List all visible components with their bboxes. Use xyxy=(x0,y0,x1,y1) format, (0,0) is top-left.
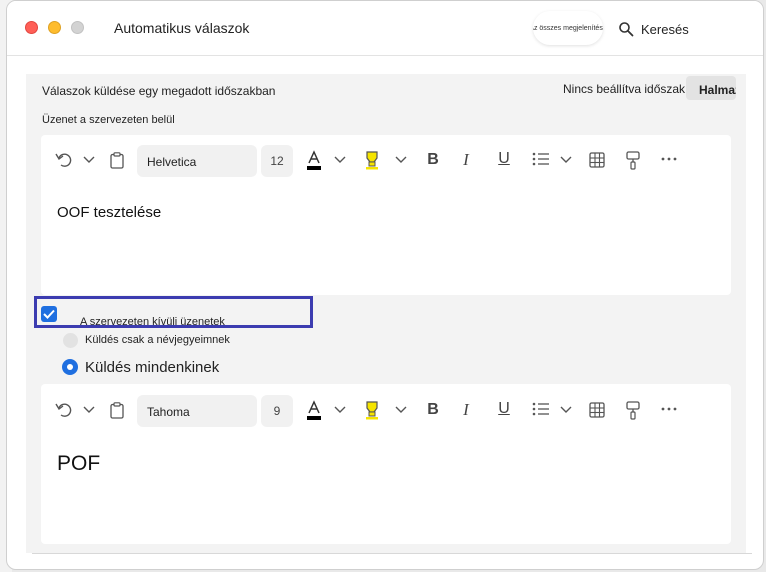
title-bar: Automatikus válaszok Az összes megjelení… xyxy=(7,1,763,56)
table-icon[interactable] xyxy=(589,152,605,168)
search-icon[interactable] xyxy=(618,21,634,37)
highlight-annotation-frame xyxy=(34,296,313,328)
format-painter-icon[interactable] xyxy=(626,151,640,170)
internal-section-label: Üzenet a szervezeten belül xyxy=(42,114,175,126)
chevron-down-icon[interactable] xyxy=(83,156,95,164)
bold-icon[interactable]: B xyxy=(424,150,442,170)
set-schedule-button[interactable]: Halmaz: xyxy=(686,76,736,100)
italic-icon[interactable]: I xyxy=(457,150,475,170)
underline-icon[interactable]: U xyxy=(495,149,513,169)
font-size-select[interactable]: 12 xyxy=(261,145,293,177)
highlight-icon[interactable] xyxy=(364,150,380,170)
chevron-down-icon[interactable] xyxy=(83,406,95,414)
clipboard-icon[interactable] xyxy=(110,152,124,169)
italic-icon[interactable]: I xyxy=(457,400,475,420)
radio-selected-dot xyxy=(67,364,73,370)
chevron-down-icon[interactable] xyxy=(334,406,346,414)
send-everyone-radio[interactable] xyxy=(62,359,78,375)
external-message-text[interactable]: POF xyxy=(57,452,100,476)
chevron-down-icon[interactable] xyxy=(395,156,407,164)
internal-message-text[interactable]: OOF tesztelése xyxy=(57,204,161,221)
undo-icon[interactable] xyxy=(55,151,73,169)
chevron-down-icon[interactable] xyxy=(560,406,572,414)
send-contacts-radio[interactable] xyxy=(63,333,78,348)
chevron-down-icon[interactable] xyxy=(560,156,572,164)
bullet-list-icon[interactable] xyxy=(532,402,550,416)
font-size-select[interactable]: 9 xyxy=(261,395,293,427)
chevron-down-icon[interactable] xyxy=(395,406,407,414)
search-label[interactable]: Keresés xyxy=(641,22,689,37)
internal-message-editor[interactable]: Helvetica 12 B I U OOF tesztelése xyxy=(41,135,731,295)
undo-icon[interactable] xyxy=(55,401,73,419)
auto-reply-window: Automatikus válaszok Az összes megjelení… xyxy=(6,0,764,570)
send-contacts-label[interactable]: Küldés csak a névjegyeimnek xyxy=(85,334,230,346)
checkmark-icon xyxy=(43,309,55,319)
zoom-window-button[interactable] xyxy=(71,21,84,34)
underline-icon[interactable]: U xyxy=(495,399,513,419)
font-color-icon[interactable] xyxy=(305,400,323,422)
highlight-icon[interactable] xyxy=(364,400,380,420)
show-all-button[interactable]: Az összes megjelenítése xyxy=(533,11,603,45)
external-message-editor[interactable]: Tahoma 9 B I U POF xyxy=(41,384,731,544)
clipboard-icon[interactable] xyxy=(110,402,124,419)
font-family-select[interactable]: Helvetica xyxy=(137,145,257,177)
font-family-select[interactable]: Tahoma xyxy=(137,395,257,427)
schedule-label: Válaszok küldése egy megadott időszakban xyxy=(42,84,276,98)
minimize-window-button[interactable] xyxy=(48,21,61,34)
bullet-list-icon[interactable] xyxy=(532,152,550,166)
send-everyone-label[interactable]: Küldés mindenkinek xyxy=(85,359,219,376)
format-painter-icon[interactable] xyxy=(626,401,640,420)
font-color-icon[interactable] xyxy=(305,150,323,172)
close-window-button[interactable] xyxy=(25,21,38,34)
chevron-down-icon[interactable] xyxy=(334,156,346,164)
more-icon[interactable] xyxy=(661,157,677,161)
panel-bottom-divider xyxy=(32,553,752,554)
window-title: Automatikus válaszok xyxy=(114,20,250,36)
table-icon[interactable] xyxy=(589,402,605,418)
external-editor-toolbar: Tahoma 9 B I U xyxy=(41,384,731,428)
more-icon[interactable] xyxy=(661,407,677,411)
schedule-status: Nincs beállítva időszak xyxy=(563,82,686,96)
outside-org-checkbox[interactable] xyxy=(41,306,57,322)
internal-editor-toolbar: Helvetica 12 B I U xyxy=(41,135,731,179)
bold-icon[interactable]: B xyxy=(424,400,442,420)
